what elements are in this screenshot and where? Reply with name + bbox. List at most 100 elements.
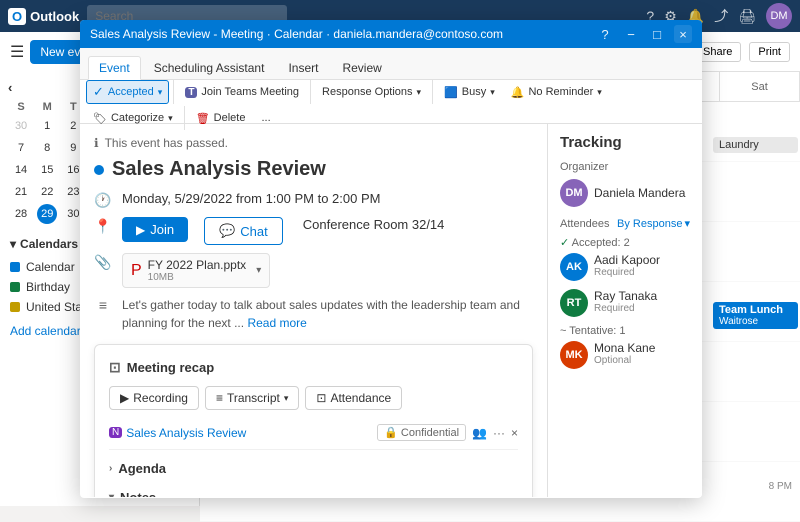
close-icon[interactable]: ×: [674, 25, 692, 43]
tab-scheduling-assistant[interactable]: Scheduling Assistant: [143, 56, 276, 79]
cal-day[interactable]: 1: [37, 116, 57, 136]
join-teams-button[interactable]: T Join Teams Meeting: [178, 82, 306, 102]
attachment-item[interactable]: P FY 2022 Plan.pptx 10MB ▾: [122, 253, 270, 288]
chevron-down-icon: ▾: [284, 393, 289, 404]
people-icon[interactable]: 👥: [472, 426, 487, 440]
cal-day[interactable]: 7: [11, 138, 31, 158]
chevron-down-icon: ▾: [168, 113, 173, 124]
cal-day[interactable]: 30: [11, 116, 31, 136]
more-icon[interactable]: ···: [493, 426, 505, 440]
modal-toolbar: ✓ Accepted ▾ T Join Teams Meeting Respon…: [80, 80, 702, 124]
recap-notes-toggle[interactable]: ▾ Notes: [109, 487, 518, 497]
recap-link-icons: 🔒 Confidential 👥 ··· ×: [377, 424, 518, 441]
recording-button[interactable]: ▶ Recording: [109, 386, 199, 410]
organizer-name: Daniela Mandera: [594, 186, 685, 200]
modal-main-panel: ℹ This event has passed. Sales Analysis …: [80, 124, 547, 497]
chat-button[interactable]: 💬 Chat: [204, 217, 283, 245]
chevron-down-icon: ▾: [684, 217, 690, 230]
recap-title: ⊡ Meeting recap: [109, 359, 518, 376]
attendee-name: Aadi Kapoor: [594, 253, 660, 267]
join-button[interactable]: ▶ Join: [122, 217, 188, 242]
transcript-button[interactable]: ≡ Transcript ▾: [205, 386, 299, 410]
calendar-color-dot: [10, 262, 20, 272]
by-response-button[interactable]: By Response ▾: [617, 217, 690, 230]
cal-day[interactable]: 8: [37, 138, 57, 158]
hamburger-menu[interactable]: ☰: [10, 42, 24, 62]
attachment-name: FY 2022 Plan.pptx: [148, 258, 247, 272]
attendee-info: Ray Tanaka Required: [594, 289, 657, 314]
attendees-header: Attendees By Response ▾: [560, 217, 690, 230]
attendee-name: Ray Tanaka: [594, 289, 657, 303]
cal-day[interactable]: 15: [37, 160, 57, 180]
cal-day-today[interactable]: 29: [37, 204, 57, 224]
cal-day[interactable]: 14: [11, 160, 31, 180]
modal-content: ℹ This event has passed. Sales Analysis …: [80, 124, 702, 497]
cal-day[interactable]: 21: [11, 182, 31, 202]
attendee-item: AK Aadi Kapoor Required: [560, 253, 690, 281]
outlook-shell: O Outlook ? ⚙ 🔔 ⤴ 🖨 DM ☰ New event ‹ May…: [0, 0, 800, 506]
attendee-info: Aadi Kapoor Required: [594, 253, 660, 278]
check-icon: ✓: [93, 84, 104, 100]
close-icon[interactable]: ×: [511, 426, 518, 440]
recap-notes-section: ▾ Notes • Organically grow the holistic …: [109, 487, 518, 497]
event-join-row: 📍 ▶ Join 💬 Chat Conference Room 32/14: [94, 217, 533, 245]
clock-icon: 🕐: [94, 192, 112, 209]
toolbar-separator: [432, 80, 433, 104]
accepted-button[interactable]: ✓ Accepted ▾: [86, 80, 169, 104]
attendee-item: MK Mona Kane Optional: [560, 341, 690, 369]
cal-day[interactable]: 22: [37, 182, 57, 202]
tracking-title: Tracking: [560, 134, 690, 151]
attendee-role: Optional: [594, 355, 655, 366]
attendance-button[interactable]: ⊡ Attendance: [305, 386, 402, 410]
tentative-label: ~ Tentative: 1: [560, 325, 690, 337]
recap-actions: ▶ Recording ≡ Transcript ▾ ⊡ Attendance: [109, 386, 518, 410]
pptx-icon: P: [131, 262, 142, 280]
attendee-avatar: RT: [560, 289, 588, 317]
info-icon: ℹ: [94, 136, 99, 150]
chevron-down-icon: ▾: [109, 492, 114, 497]
recap-agenda-toggle[interactable]: › Agenda: [109, 458, 518, 479]
attendance-icon: ⊡: [316, 391, 326, 405]
maximize-icon[interactable]: □: [648, 25, 666, 43]
response-options-button[interactable]: Response Options ▾: [315, 82, 428, 102]
chevron-down-icon: ▾: [158, 87, 163, 98]
event-modal: Sales Analysis Review - Meeting · Calend…: [80, 20, 702, 498]
calendar-color-dot: [10, 282, 20, 292]
modal-window-controls: ? − □ ×: [596, 25, 692, 43]
event-passed-notice: ℹ This event has passed.: [94, 132, 533, 158]
recap-doc-link[interactable]: N Sales Analysis Review: [109, 426, 246, 440]
modal-ribbon: Event Scheduling Assistant Insert Review: [80, 48, 702, 80]
chevron-down-icon: ▾: [10, 237, 16, 251]
tab-event[interactable]: Event: [88, 56, 141, 80]
attendee-role: Required: [594, 303, 657, 314]
meeting-recap-card: ⊡ Meeting recap ▶ Recording ≡ Transcript: [94, 344, 533, 497]
attendee-item: RT Ray Tanaka Required: [560, 289, 690, 317]
event-attachment-row: 📎 P FY 2022 Plan.pptx 10MB ▾: [94, 253, 533, 288]
attachment-size: 10MB: [148, 272, 247, 283]
tab-insert[interactable]: Insert: [277, 56, 329, 79]
prev-month-btn[interactable]: ‹: [8, 80, 12, 95]
event-color-dot: [94, 165, 104, 175]
modal-overlay: Sales Analysis Review - Meeting · Calend…: [80, 20, 800, 498]
cal-day[interactable]: 28: [11, 204, 31, 224]
chevron-down-icon: ▾: [256, 265, 261, 276]
no-reminder-button[interactable]: 🔔 No Reminder ▾: [504, 82, 609, 103]
modal-titlebar: Sales Analysis Review - Meeting · Calend…: [80, 20, 702, 48]
chevron-right-icon: ›: [109, 463, 112, 474]
chevron-down-icon: ▾: [597, 87, 602, 98]
confidential-badge: 🔒 Confidential: [377, 424, 466, 441]
attendee-avatar: MK: [560, 341, 588, 369]
event-datetime-row: 🕐 Monday, 5/29/2022 from 1:00 PM to 2:00…: [94, 191, 533, 209]
tab-review[interactable]: Review: [331, 56, 392, 79]
calendar-color-dot: [10, 302, 20, 312]
help-icon[interactable]: ?: [596, 25, 614, 43]
read-more-link[interactable]: Read more: [247, 316, 306, 330]
attendee-avatar: AK: [560, 253, 588, 281]
minimize-icon[interactable]: −: [622, 25, 640, 43]
modal-title: Sales Analysis Review - Meeting · Calend…: [90, 27, 590, 41]
busy-button[interactable]: 🟦 Busy ▾: [437, 82, 502, 103]
recap-agenda-section: › Agenda: [109, 458, 518, 479]
recap-link-row: N Sales Analysis Review 🔒 Confidential 👥…: [109, 420, 518, 450]
location-text: Conference Room 32/14: [303, 217, 445, 232]
recording-icon: ▶: [120, 391, 129, 405]
